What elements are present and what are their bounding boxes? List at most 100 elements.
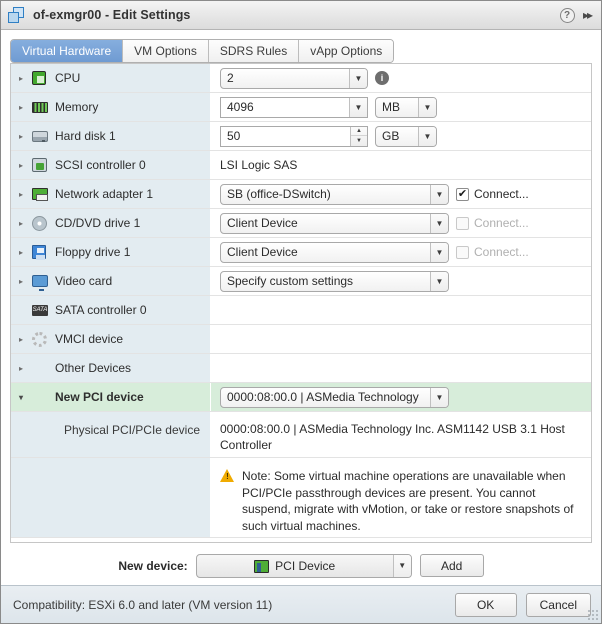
stepper-down-icon[interactable]: ▼ bbox=[351, 136, 367, 146]
pci-note-text: Note: Some virtual machine operations ar… bbox=[242, 469, 574, 533]
network-adapter-value: SB (office-DSwitch) bbox=[227, 187, 331, 201]
row-physical-pci-device-label-cell: Physical PCI/PCIe device bbox=[11, 412, 211, 457]
row-sata-controller-value-cell bbox=[211, 296, 591, 324]
cpu-count-dropdown[interactable]: 2 ▼ bbox=[220, 67, 368, 89]
memory-icon bbox=[32, 99, 49, 115]
row-network-adapter-value-cell: SB (office-DSwitch) ▼ ✔ Connect... bbox=[211, 180, 591, 208]
row-other-devices: ▸ Other Devices bbox=[11, 354, 591, 383]
video-card-value: Specify custom settings bbox=[227, 274, 354, 288]
other-devices-icon bbox=[32, 360, 49, 376]
hard-disk-size-value: 50 bbox=[227, 129, 241, 143]
hard-disk-size-stepper[interactable]: ▲ ▼ bbox=[350, 126, 367, 146]
help-icon: ? bbox=[559, 7, 575, 23]
row-cpu: ▸ CPU 2 ▼ i bbox=[11, 64, 591, 93]
expander-other-devices[interactable]: ▸ bbox=[19, 364, 32, 373]
row-cpu-value-cell: 2 ▼ i bbox=[211, 64, 591, 92]
row-hard-disk-value-cell: 50 ▲ ▼ GB ▼ bbox=[211, 122, 591, 150]
cd-dvd-connect-label: Connect... bbox=[474, 216, 529, 230]
new-device-selected-wrap: PCI Device bbox=[197, 558, 393, 574]
row-physical-pci-device: Physical PCI/PCIe device 0000:08:00.0 | … bbox=[11, 412, 591, 458]
chevron-down-icon: ▼ bbox=[418, 97, 436, 117]
memory-size-value: 4096 bbox=[227, 100, 254, 114]
tab-sdrs-rules[interactable]: SDRS Rules bbox=[208, 40, 300, 62]
row-vmci-device-value-cell bbox=[211, 325, 591, 353]
row-network-adapter-label: Network adapter 1 bbox=[55, 187, 154, 201]
cpu-count-value: 2 bbox=[227, 71, 234, 85]
row-video-card: ▸ Video card Specify custom settings ▼ bbox=[11, 267, 591, 296]
expander-new-pci-device[interactable]: ▾ bbox=[19, 393, 32, 402]
row-video-card-value-cell: Specify custom settings ▼ bbox=[211, 267, 591, 295]
chevron-down-icon[interactable]: ▼ bbox=[349, 97, 367, 117]
new-pci-device-dropdown[interactable]: 0000:08:00.0 | ASMedia Technology ▼ bbox=[220, 386, 449, 408]
expander-network-adapter[interactable]: ▸ bbox=[19, 190, 32, 199]
tab-bar: Virtual Hardware VM Options SDRS Rules v… bbox=[1, 30, 601, 63]
row-other-devices-label: Other Devices bbox=[55, 361, 132, 375]
memory-size-input[interactable]: 4096 ▼ bbox=[220, 96, 368, 118]
virtual-machine-icon bbox=[8, 6, 25, 24]
expander-cd-dvd-drive[interactable]: ▸ bbox=[19, 219, 32, 228]
expander-vmci-device[interactable]: ▸ bbox=[19, 335, 32, 344]
expand-button[interactable]: ▸▸ bbox=[577, 5, 597, 25]
row-floppy-drive-label: Floppy drive 1 bbox=[55, 245, 131, 259]
row-memory: ▸ Memory 4096 ▼ MB ▼ bbox=[11, 93, 591, 122]
network-adapter-connect-checkbox[interactable]: ✔ bbox=[456, 187, 469, 201]
dialog-footer: Compatibility: ESXi 6.0 and later (VM ve… bbox=[1, 585, 601, 623]
tab-vm-options[interactable]: VM Options bbox=[123, 40, 209, 62]
row-new-pci-device: ▾ New PCI device 0000:08:00.0 | ASMedia … bbox=[11, 383, 591, 412]
chevron-down-icon: ▼ bbox=[349, 68, 367, 88]
new-pci-device-value: 0000:08:00.0 | ASMedia Technology bbox=[227, 390, 419, 404]
chevron-down-icon: ▼ bbox=[392, 554, 411, 577]
new-device-dropdown[interactable]: PCI Device ▼ bbox=[195, 553, 412, 578]
video-card-dropdown[interactable]: Specify custom settings ▼ bbox=[220, 270, 449, 292]
chevron-down-icon: ▼ bbox=[430, 242, 448, 262]
floppy-drive-dropdown[interactable]: Client Device ▼ bbox=[220, 241, 449, 263]
expander-cpu[interactable]: ▸ bbox=[19, 74, 32, 83]
expander-hard-disk[interactable]: ▸ bbox=[19, 132, 32, 141]
hard-disk-unit-value: GB bbox=[382, 129, 400, 143]
new-device-selected-value: PCI Device bbox=[275, 558, 336, 573]
hard-disk-size-input[interactable]: 50 ▲ ▼ bbox=[220, 125, 368, 147]
row-physical-pci-device-value-cell: 0000:08:00.0 | ASMedia Technology Inc. A… bbox=[211, 412, 591, 457]
cd-dvd-drive-dropdown[interactable]: Client Device ▼ bbox=[220, 212, 449, 234]
cancel-button[interactable]: Cancel bbox=[525, 592, 591, 617]
row-video-card-label-cell: ▸ Video card bbox=[11, 267, 211, 295]
new-device-label: New device: bbox=[118, 558, 188, 573]
memory-unit-value: MB bbox=[382, 100, 400, 114]
hard-disk-icon bbox=[32, 128, 49, 144]
resize-grip[interactable] bbox=[587, 609, 599, 621]
cpu-info-icon[interactable]: i bbox=[375, 71, 389, 85]
help-button[interactable]: ? bbox=[557, 5, 577, 25]
row-memory-value-cell: 4096 ▼ MB ▼ bbox=[211, 93, 591, 121]
ok-button[interactable]: OK bbox=[454, 592, 517, 617]
scsi-controller-value: LSI Logic SAS bbox=[220, 158, 298, 172]
pci-note-box: Note: Some virtual machine operations ar… bbox=[220, 468, 591, 534]
stepper-up-icon[interactable]: ▲ bbox=[351, 127, 367, 136]
tab-virtual-hardware[interactable]: Virtual Hardware bbox=[11, 40, 124, 62]
scsi-controller-icon bbox=[32, 157, 49, 173]
tab-vapp-options[interactable]: vApp Options bbox=[299, 40, 394, 62]
hardware-device-list: ▸ CPU 2 ▼ i ▸ Memory 4096 ▼ MB ▼ ▸ Hard … bbox=[10, 63, 592, 543]
memory-unit-dropdown[interactable]: MB ▼ bbox=[375, 96, 437, 118]
row-new-pci-device-value-cell: 0000:08:00.0 | ASMedia Technology ▼ bbox=[211, 383, 591, 411]
row-other-devices-label-cell: ▸ Other Devices bbox=[11, 354, 211, 382]
row-cd-dvd-drive-label: CD/DVD drive 1 bbox=[55, 216, 141, 230]
chevron-down-icon: ▼ bbox=[430, 184, 448, 204]
network-adapter-icon bbox=[32, 186, 49, 202]
cd-dvd-connect-group: Connect... bbox=[456, 216, 529, 230]
edit-settings-dialog: of-exmgr00 - Edit Settings ? ▸▸ Virtual … bbox=[0, 0, 602, 624]
expander-scsi-controller[interactable]: ▸ bbox=[19, 161, 32, 170]
row-cd-dvd-drive: ▸ CD/DVD drive 1 Client Device ▼ Connect… bbox=[11, 209, 591, 238]
expander-floppy-drive[interactable]: ▸ bbox=[19, 248, 32, 257]
chevron-down-icon: ▼ bbox=[418, 126, 436, 146]
chevron-down-icon: ▼ bbox=[430, 387, 448, 407]
dialog-titlebar: of-exmgr00 - Edit Settings ? ▸▸ bbox=[1, 1, 601, 30]
new-device-bar: New device: PCI Device ▼ Add bbox=[1, 543, 601, 585]
expander-video-card[interactable]: ▸ bbox=[19, 277, 32, 286]
hard-disk-unit-dropdown[interactable]: GB ▼ bbox=[375, 125, 437, 147]
expander-memory[interactable]: ▸ bbox=[19, 103, 32, 112]
row-vmci-device-label: VMCI device bbox=[55, 332, 124, 346]
network-adapter-dropdown[interactable]: SB (office-DSwitch) ▼ bbox=[220, 183, 449, 205]
row-memory-label-cell: ▸ Memory bbox=[11, 93, 211, 121]
add-device-button[interactable]: Add bbox=[419, 554, 484, 577]
row-video-card-label: Video card bbox=[55, 274, 113, 288]
